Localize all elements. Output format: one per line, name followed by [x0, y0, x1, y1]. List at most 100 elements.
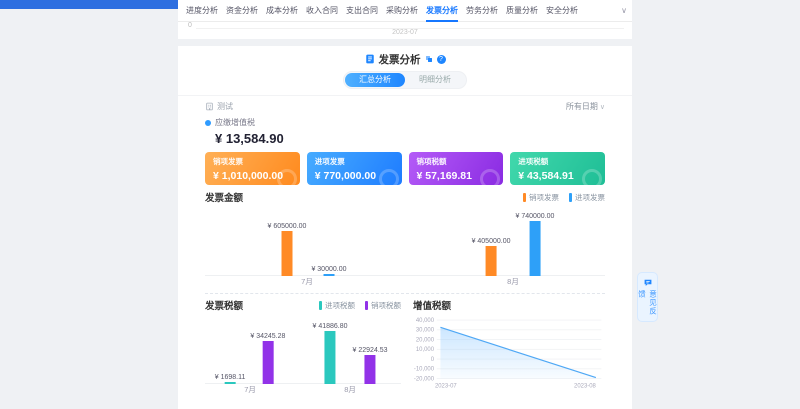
bar-进项发票 [529, 221, 540, 276]
invoice-tax-legend: 进项税额 销项税额 [319, 300, 401, 311]
legend-label: 进项税额 [325, 300, 355, 311]
bar-销项税额 [365, 355, 376, 384]
nav-tab-安全分析[interactable]: 安全分析 [546, 0, 578, 22]
legend-swatch-icon [319, 301, 322, 310]
svg-text:2023-07: 2023-07 [435, 384, 457, 390]
nav-tab-收入合同[interactable]: 收入合同 [306, 0, 338, 22]
vat-amount-line-chart: 40,00030,00020,00010,0000-10,000-20,0002… [413, 311, 605, 400]
bar-group-8月: ¥ 41886.80¥ 22924.538月 [312, 323, 387, 396]
card-watermark-icon [379, 169, 399, 185]
bar-value-label: ¥ 1698.11 [215, 374, 246, 381]
x-axis-label: 7月 [301, 276, 313, 288]
svg-text:0: 0 [431, 357, 435, 363]
svg-text:40,000: 40,000 [416, 318, 435, 324]
remnant-x-label: 2023-07 [178, 29, 632, 36]
card-label: 进项发票 [315, 156, 394, 167]
x-axis-label: 8月 [344, 384, 356, 396]
nav-collapse-chevron-icon[interactable]: ∨ [621, 0, 627, 22]
card-watermark-icon [277, 169, 297, 185]
legend-swatch-icon [365, 301, 368, 310]
summary-card-销项税额: 销项税额¥ 57,169.81 [409, 152, 504, 185]
top-nav: 进度分析资金分析成本分析收入合同支出合同采购分析发票分析劳务分析质量分析安全分析… [178, 0, 632, 22]
bar-group-8月: ¥ 405000.00¥ 740000.008月 [472, 213, 555, 288]
invoice-tax-section: 发票税额 进项税额销项税额 ¥ 1698.11¥ 34245.287月¥ 418… [205, 299, 413, 400]
subtab-明细分析[interactable]: 明细分析 [405, 73, 465, 87]
invoice-analysis-panel: 发票分析 ? 汇总分析明细分析 测试 所有日期 ∨ [178, 46, 632, 409]
summary-cards: 销项发票¥ 1,010,000.00进项发票¥ 770,000.00销项税额¥ … [205, 152, 605, 185]
invoice-amount-bar-chart: ¥ 605000.00¥ 30000.007月¥ 405000.00¥ 7400… [205, 204, 605, 288]
summary-card-进项税额: 进项税额¥ 43,584.91 [510, 152, 605, 185]
date-filter-value: 所有日期 [566, 101, 598, 112]
nav-tab-采购分析[interactable]: 采购分析 [386, 0, 418, 22]
content-column: 进度分析资金分析成本分析收入合同支出合同采购分析发票分析劳务分析质量分析安全分析… [178, 0, 632, 409]
remnant-y-zero: 0 [188, 22, 192, 29]
nav-tab-劳务分析[interactable]: 劳务分析 [466, 0, 498, 22]
legend-item-进项税额[interactable]: 进项税额 [319, 300, 355, 311]
svg-text:2023-08: 2023-08 [574, 384, 596, 390]
bar-value-label: ¥ 34245.28 [250, 333, 285, 340]
nav-tab-成本分析[interactable]: 成本分析 [266, 0, 298, 22]
svg-text:10,000: 10,000 [416, 347, 435, 353]
nav-tab-质量分析[interactable]: 质量分析 [506, 0, 538, 22]
vat-payable-metric: 应缴增值税 ¥ 13,584.90 [178, 117, 632, 146]
building-icon [205, 102, 214, 111]
bar-销项税额 [262, 341, 273, 384]
svg-text:-20,000: -20,000 [414, 376, 435, 382]
feedback-label: 意见反馈 [637, 290, 659, 321]
nav-tab-支出合同[interactable]: 支出合同 [346, 0, 378, 22]
subtab-汇总分析[interactable]: 汇总分析 [345, 73, 405, 87]
bottom-charts-row: 发票税额 进项税额销项税额 ¥ 1698.11¥ 34245.287月¥ 418… [205, 299, 605, 400]
bar-进项税额 [325, 331, 336, 384]
card-label: 销项税额 [417, 156, 496, 167]
bar-value-label: ¥ 30000.00 [311, 266, 346, 273]
previous-chart-remnant: 0 2023-07 [178, 22, 632, 39]
x-axis-label: 7月 [244, 384, 256, 396]
feedback-widget[interactable]: 意见反馈 [637, 272, 658, 322]
nav-tabs: 进度分析资金分析成本分析收入合同支出合同采购分析发票分析劳务分析质量分析安全分析 [186, 0, 586, 22]
legend-swatch-icon [569, 193, 572, 202]
x-axis-label: 8月 [507, 276, 519, 288]
help-icon[interactable]: ? [437, 55, 446, 64]
bar-进项发票 [323, 274, 334, 276]
page-title: 发票分析 [379, 52, 421, 67]
bar-group-7月: ¥ 605000.00¥ 30000.007月 [268, 223, 347, 288]
dashed-divider [205, 293, 605, 294]
legend-item-销项税额[interactable]: 销项税额 [365, 300, 401, 311]
nav-tab-进度分析[interactable]: 进度分析 [186, 0, 218, 22]
legend-swatch-icon [523, 193, 526, 202]
chevron-down-icon: ∨ [600, 103, 605, 111]
metric-label: 应缴增值税 [215, 117, 255, 128]
card-watermark-icon [582, 169, 602, 185]
bar-进项税额 [225, 382, 236, 384]
card-watermark-icon [480, 169, 500, 185]
project-label: 测试 [217, 101, 233, 112]
legend-label: 销项税额 [371, 300, 401, 311]
card-gap [178, 39, 632, 46]
bar-value-label: ¥ 405000.00 [472, 238, 511, 245]
filter-row: 测试 所有日期 ∨ [178, 96, 632, 112]
invoice-amount-section: 发票金额 销项发票进项发票 ¥ 605000.00¥ 30000.007月¥ 4… [205, 191, 605, 288]
bar-value-label: ¥ 22924.53 [353, 347, 388, 354]
date-filter-dropdown[interactable]: 所有日期 ∨ [566, 101, 605, 112]
feedback-chat-icon [643, 278, 653, 287]
section-title-vat-amount: 增值税额 [413, 298, 451, 312]
invoice-tax-bar-chart: ¥ 1698.11¥ 34245.287月¥ 41886.80¥ 22924.5… [205, 312, 401, 396]
bar-group-7月: ¥ 1698.11 ¥ 34245.28 7月 [215, 333, 286, 396]
top-left-blue-strip [0, 0, 198, 9]
section-title-invoice-tax: 发票税额 [205, 298, 243, 312]
panel-title-row: 发票分析 ? [178, 52, 632, 66]
summary-card-进项发票: 进项发票¥ 770,000.00 [307, 152, 402, 185]
summary-card-销项发票: 销项发票¥ 1,010,000.00 [205, 152, 300, 185]
svg-text:20,000: 20,000 [416, 337, 435, 343]
nav-tab-发票分析[interactable]: 发票分析 [426, 0, 458, 22]
svg-text:-10,000: -10,000 [414, 367, 435, 373]
section-title-invoice-amount: 发票金额 [205, 190, 243, 204]
layers-icon[interactable] [425, 55, 433, 63]
card-label: 进项税额 [518, 156, 597, 167]
nav-tab-资金分析[interactable]: 资金分析 [226, 0, 258, 22]
legend-item-销项发票[interactable]: 销项发票 [523, 192, 559, 203]
legend-item-进项发票[interactable]: 进项发票 [569, 192, 605, 203]
project-selector[interactable]: 测试 [205, 101, 233, 112]
line-chart-svg: 40,00030,00020,00010,0000-10,000-20,0002… [413, 311, 605, 395]
card-label: 销项发票 [213, 156, 292, 167]
